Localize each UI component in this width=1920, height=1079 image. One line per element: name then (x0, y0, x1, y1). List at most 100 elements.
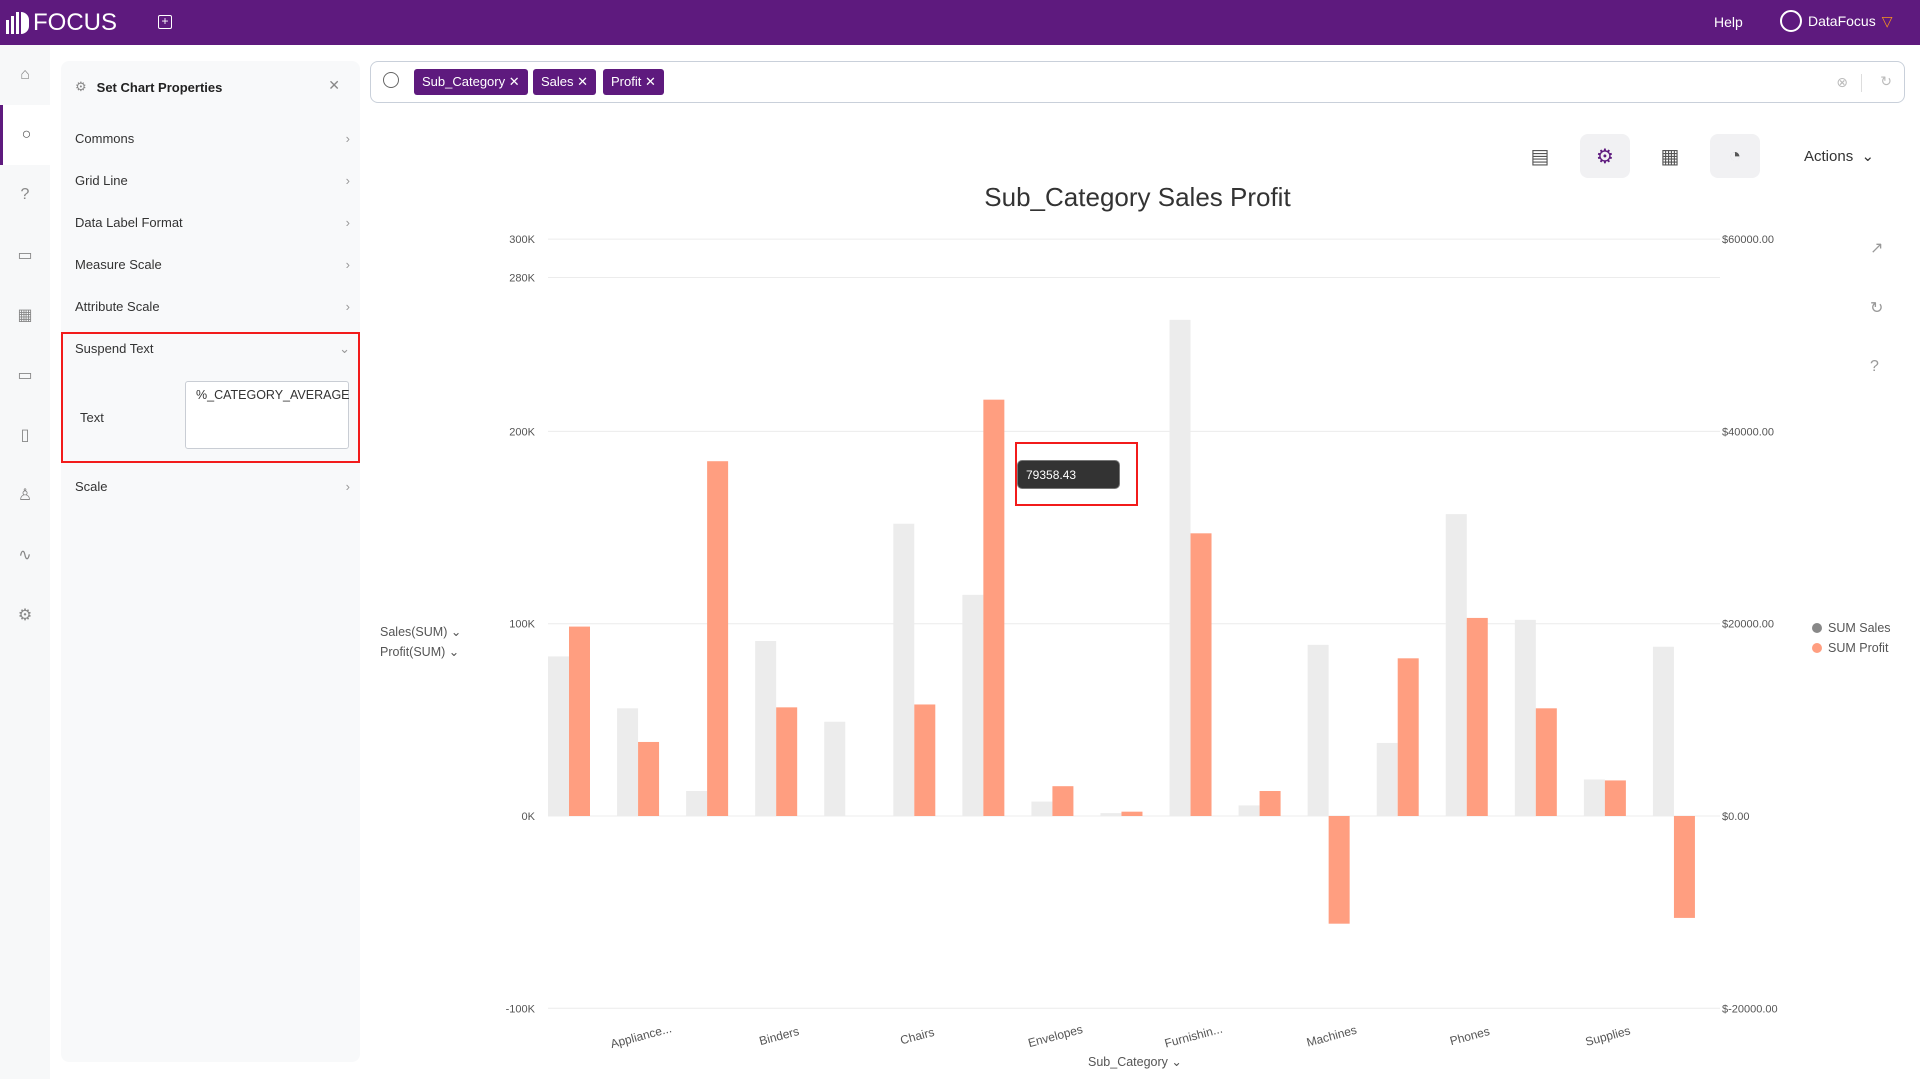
user-menu[interactable]: DataFocus ▽ (1780, 10, 1892, 32)
search-icon (383, 72, 399, 88)
section-commons[interactable]: Commons › (75, 131, 350, 151)
search-bar[interactable]: Sub_Category ✕ Sales ✕ Profit ✕ ⊗ ↻ (370, 61, 1905, 103)
chart-info-icon[interactable]: ▤ (1515, 134, 1565, 178)
sales-bar (1445, 514, 1467, 816)
legend-sales[interactable]: SUM Sales (1812, 621, 1891, 635)
chevron-down-icon: ⌄ (339, 341, 350, 356)
section-scale[interactable]: Scale › (75, 479, 350, 499)
profit-bar (1673, 816, 1695, 918)
chevron-right-icon: › (345, 479, 350, 494)
token-profit[interactable]: Profit ✕ (603, 69, 664, 95)
tooltip: 79358.43 (1017, 460, 1120, 489)
right-tick-label: $60000.00 (1722, 234, 1774, 246)
top-bar: FOCUS + Help DataFocus ▽ (0, 0, 1920, 45)
legend-profit[interactable]: SUM Profit (1812, 641, 1888, 655)
search-icon[interactable]: ○ (0, 105, 50, 165)
actions-dropdown[interactable]: Actions ⌄ (1804, 147, 1874, 165)
chevron-right-icon: › (345, 299, 350, 314)
x-tick-label: Supplies (1584, 1023, 1632, 1048)
left-tick-label: 100K (509, 619, 535, 631)
settings-icon[interactable]: ⚙ (0, 585, 50, 645)
token-label: Sub_Category (422, 74, 506, 89)
close-icon[interactable]: ✕ (328, 77, 340, 94)
profit-bar (914, 704, 936, 816)
logo-icon (6, 12, 29, 34)
right-tick-label: $-20000.00 (1722, 1003, 1778, 1015)
profit-bar (1121, 811, 1143, 816)
clear-icon[interactable]: ⊗ (1836, 74, 1848, 91)
chart-settings-icon[interactable]: ⚙ (1580, 134, 1630, 178)
table-view-icon[interactable]: ▦ (1645, 134, 1695, 178)
user-icon[interactable]: ♙ (0, 465, 50, 525)
x-axis-title-dropdown[interactable]: Sub_Category ⌄ (1088, 1054, 1182, 1069)
right-tick-label: $20000.00 (1722, 619, 1774, 631)
section-attribute-scale[interactable]: Attribute Scale › (75, 299, 350, 319)
profit-bar (569, 626, 590, 816)
profit-bar (1466, 617, 1488, 816)
measure-select-sales[interactable]: Sales(SUM) ⌄ (380, 624, 461, 639)
panel-title: Set Chart Properties (96, 79, 223, 95)
chart-type-icon[interactable]: ◔ (1710, 134, 1760, 178)
legend-label: SUM Sales (1828, 621, 1891, 635)
token-sales[interactable]: Sales ✕ (533, 69, 597, 95)
sales-bar (1100, 813, 1122, 816)
x-tick-label: Phones (1448, 1024, 1491, 1048)
pulse-icon[interactable]: ∿ (0, 525, 50, 585)
add-tab-icon[interactable]: + (158, 15, 172, 29)
section-measure-scale[interactable]: Measure Scale › (75, 257, 350, 277)
logo[interactable]: FOCUS (6, 9, 117, 37)
chevron-right-icon: › (345, 257, 350, 272)
right-tick-label: $0.00 (1722, 811, 1750, 823)
sales-bar (1652, 646, 1674, 816)
section-suspend-text[interactable]: Suspend Text ⌄ (75, 341, 350, 361)
section-label: Suspend Text (75, 341, 154, 356)
trend-icon[interactable]: ↗ (1870, 238, 1883, 258)
right-tick-label: $40000.00 (1722, 426, 1774, 438)
token-label: Sales (541, 74, 574, 89)
chevron-right-icon: › (345, 215, 350, 230)
sales-bar (1376, 742, 1398, 816)
sales-bar (1031, 801, 1053, 816)
left-tick-label: 300K (509, 234, 535, 246)
suspend-text-input[interactable]: %_CATEGORY_AVERAGE (185, 381, 350, 449)
x-tick-label: Binders (758, 1024, 801, 1048)
profit-bar (638, 741, 660, 816)
x-tick-label: Chairs (899, 1025, 936, 1048)
reload-icon[interactable]: ↻ (1870, 298, 1883, 318)
section-data-label-format[interactable]: Data Label Format › (75, 215, 350, 235)
folder-icon[interactable]: ▭ (0, 345, 50, 405)
help-link[interactable]: Help (1714, 14, 1743, 30)
left-tick-label: 200K (509, 426, 535, 438)
profit-bar (1052, 786, 1074, 816)
x-tick-label: Furnishin... (1163, 1022, 1224, 1051)
sales-bar (686, 791, 708, 816)
clipboard-icon[interactable]: ▯ (0, 405, 50, 465)
legend-dot (1812, 623, 1822, 633)
sales-bar (1307, 644, 1329, 816)
token-sub-category[interactable]: Sub_Category ✕ (414, 69, 528, 95)
refresh-icon[interactable]: ↻ (1880, 73, 1892, 90)
diamond-icon: ▽ (1881, 12, 1893, 29)
x-tick-label: Appliance... (609, 1021, 673, 1051)
sales-bar (1169, 319, 1191, 816)
measure-label: Sales(SUM) (380, 625, 448, 639)
table-icon[interactable]: ▦ (0, 285, 50, 345)
legend-dot (1812, 643, 1822, 653)
panel-header: ⚙ Set Chart Properties (75, 79, 222, 95)
section-label: Scale (75, 479, 108, 494)
x-tick-label: Machines (1305, 1023, 1358, 1050)
presentation-icon[interactable]: ▭ (0, 225, 50, 285)
profit-bar (776, 707, 798, 816)
profit-bar (1259, 791, 1281, 816)
left-tick-label: 0K (522, 811, 536, 823)
avatar-icon (1780, 10, 1802, 32)
app-name: FOCUS (33, 9, 117, 36)
divider (1861, 74, 1862, 92)
sales-bar (755, 641, 777, 816)
measure-select-profit[interactable]: Profit(SUM) ⌄ (380, 644, 459, 659)
token-label: Profit (611, 74, 642, 89)
section-label: Commons (75, 131, 135, 146)
sales-bar (1238, 805, 1260, 816)
help-icon[interactable]: ? (1870, 358, 1879, 376)
home-icon[interactable]: ⌂ (0, 45, 50, 105)
